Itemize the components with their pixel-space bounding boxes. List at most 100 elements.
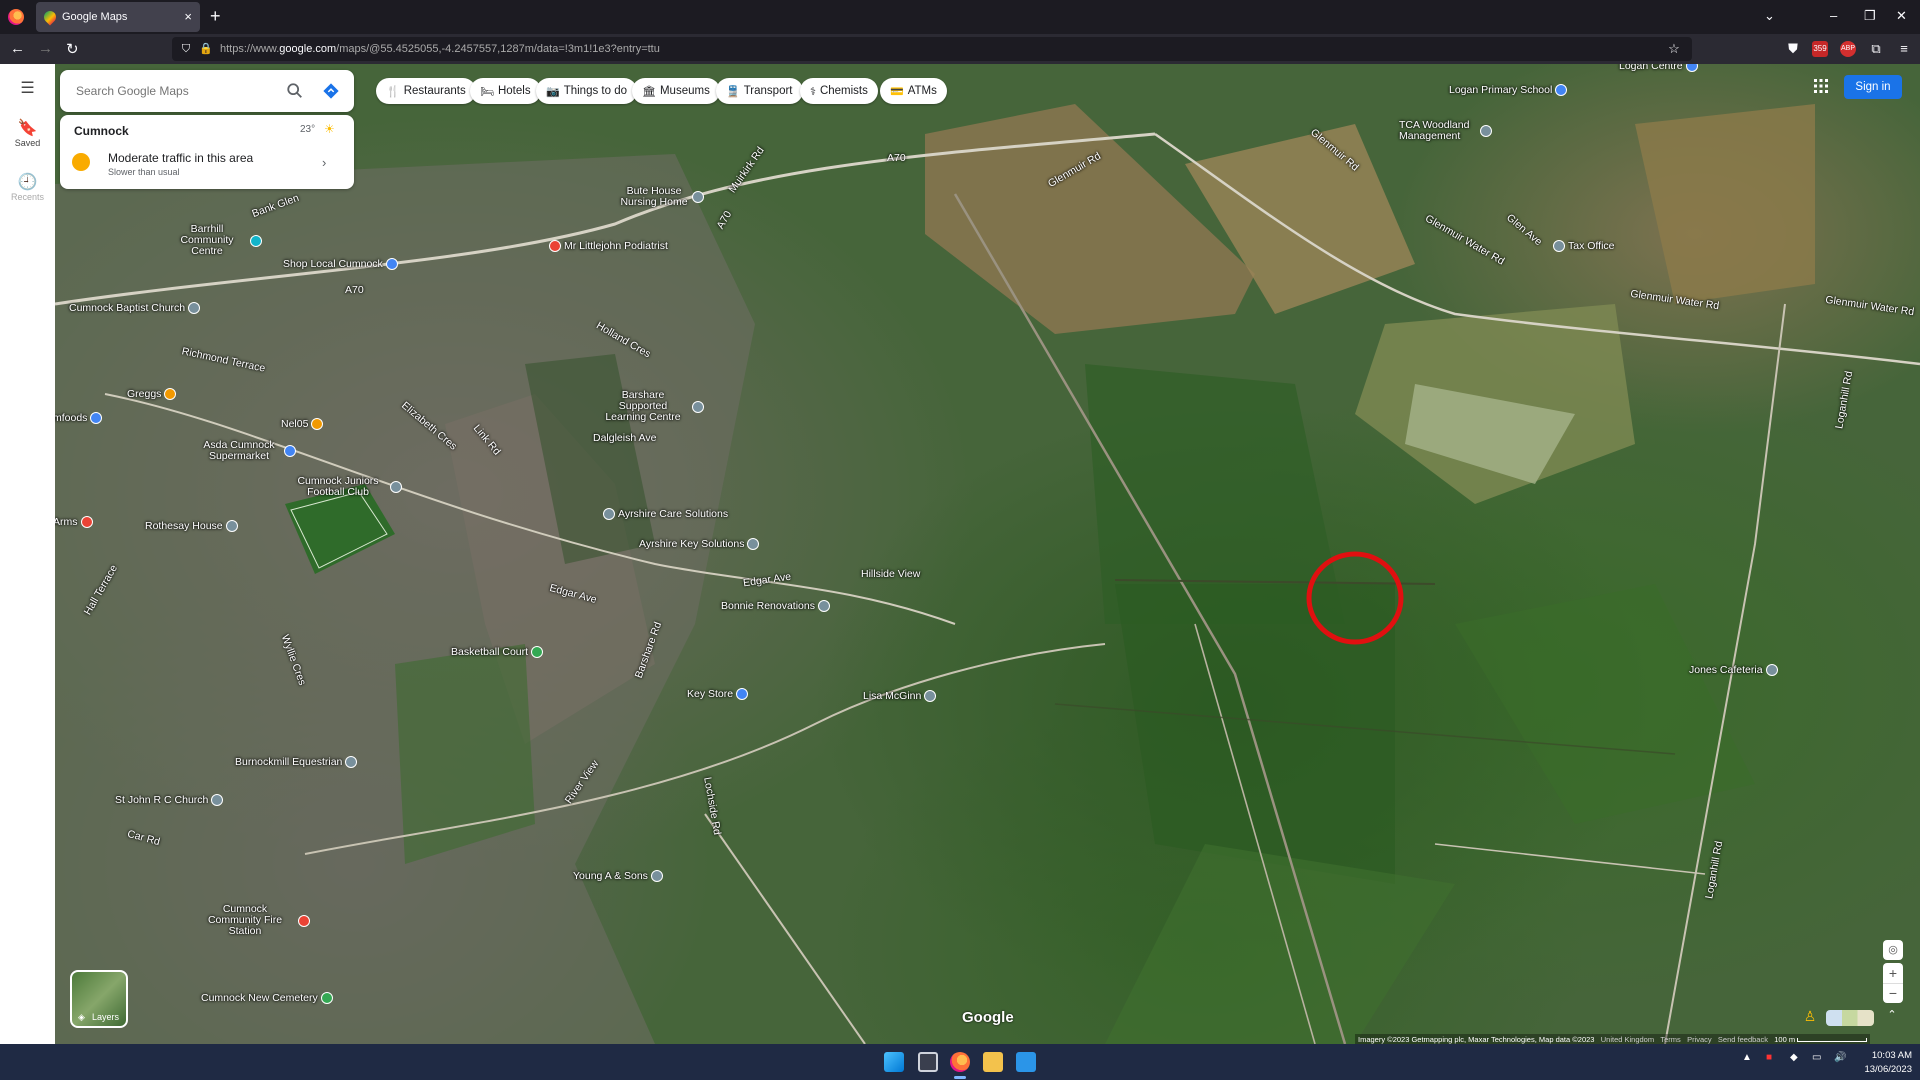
poi-marker[interactable]: Rothesay House: [145, 520, 238, 532]
file-explorer-icon[interactable]: [983, 1052, 1003, 1072]
poi-marker[interactable]: Bute House Nursing Home: [619, 186, 704, 208]
chip-restaurants[interactable]: 🍴 Restaurants: [376, 78, 476, 104]
lane: [1434, 843, 1706, 875]
reload-button[interactable]: ↻: [66, 40, 79, 58]
clock-time[interactable]: 10:03 AM: [1856, 1050, 1912, 1061]
recents-button[interactable]: 🕘 Recents: [0, 172, 55, 202]
clock-date[interactable]: 13/06/2023: [1856, 1064, 1912, 1075]
chip-transport[interactable]: 🚆 Transport: [716, 78, 803, 104]
task-view-icon[interactable]: [918, 1052, 938, 1072]
poi-marker[interactable]: Asda Cumnock Supermarket: [197, 440, 296, 462]
poi-marker[interactable]: Arms: [55, 516, 93, 528]
poi-marker[interactable]: Burnockmill Equestrian: [235, 756, 358, 768]
pin-icon: [225, 520, 238, 532]
poi-marker[interactable]: Logan Primary School: [1449, 84, 1568, 96]
zoom-out-button[interactable]: −: [1883, 983, 1903, 1003]
chevron-right-icon[interactable]: ›: [322, 155, 326, 170]
poi-marker[interactable]: Jones Cafeteria: [1689, 664, 1778, 676]
apps-grid-icon[interactable]: [1813, 78, 1829, 94]
poi-marker[interactable]: Key Store: [687, 688, 749, 700]
zoom-in-button[interactable]: +: [1883, 963, 1903, 983]
layers-button[interactable]: ◈ Layers: [70, 970, 128, 1028]
scale-bar: [1797, 1038, 1868, 1043]
extension-badge-icon[interactable]: 359: [1812, 41, 1828, 57]
network-icon[interactable]: ▭: [1812, 1052, 1821, 1063]
app-menu-icon[interactable]: ≡: [1896, 41, 1912, 57]
lock-icon[interactable]: 🔒: [198, 41, 214, 57]
poi-marker[interactable]: Young A & Sons: [573, 870, 663, 882]
poi-marker[interactable]: mfoods: [55, 412, 103, 424]
shield-icon[interactable]: ⛉: [178, 41, 194, 57]
tray-red-icon[interactable]: ■: [1766, 1052, 1772, 1063]
browser-tab[interactable]: Google Maps ×: [36, 2, 200, 32]
expand-chevron-icon[interactable]: ⌃: [1882, 1008, 1902, 1028]
search-input[interactable]: [74, 80, 274, 102]
pin-icon: [747, 538, 760, 550]
poi-marker[interactable]: St John R C Church: [115, 794, 224, 806]
terms-link[interactable]: Terms: [1660, 1035, 1680, 1044]
church-pin-icon: [188, 302, 201, 314]
hamburger-menu-icon[interactable]: ☰: [0, 78, 55, 98]
chip-hotels[interactable]: 🛏 Hotels: [470, 78, 541, 104]
poi-marker[interactable]: Barrhill Community Centre: [167, 224, 262, 257]
url-text[interactable]: https://www.google.com/maps/@55.4525055,…: [220, 43, 660, 55]
poi-marker[interactable]: Barshare Supported Learning Centre: [597, 390, 704, 423]
poi-marker[interactable]: Greggs: [127, 388, 177, 400]
extensions-puzzle-icon[interactable]: ⧉: [1868, 41, 1884, 57]
poi-marker[interactable]: Mr Littlejohn Podiatrist: [549, 240, 668, 252]
region-link[interactable]: United Kingdom: [1601, 1035, 1654, 1044]
minimize-button[interactable]: –: [1830, 8, 1837, 23]
sign-in-button[interactable]: Sign in: [1844, 75, 1902, 99]
adblock-extension-icon[interactable]: ABP: [1840, 41, 1856, 57]
poi-marker[interactable]: Cumnock Community Fire Station: [195, 904, 310, 937]
hotel-icon: 🛏: [480, 85, 494, 98]
forward-button[interactable]: →: [38, 40, 53, 57]
pocket-icon[interactable]: ⛊: [1785, 41, 1801, 57]
traffic-card[interactable]: Cumnock 23° ☀ Moderate traffic in this a…: [60, 115, 354, 189]
poi-marker[interactable]: Lisa McGinn: [863, 690, 937, 702]
green-field: [1105, 844, 1455, 1044]
poi-marker[interactable]: Cumnock Baptist Church: [69, 302, 201, 314]
volume-icon[interactable]: 🔊: [1834, 1052, 1846, 1063]
restore-button[interactable]: ❐: [1864, 8, 1876, 24]
poi-marker[interactable]: Ayrshire Key Solutions: [639, 538, 760, 550]
poi-marker[interactable]: Cumnock Juniors Football Club: [289, 476, 402, 498]
chip-things-to-do[interactable]: 📷 Things to do: [536, 78, 637, 104]
street-view-pegman-icon[interactable]: ♙: [1800, 1008, 1820, 1030]
poi-marker[interactable]: Cumnock New Cemetery: [201, 992, 333, 1004]
poi-marker[interactable]: Shop Local Cumnock: [283, 258, 398, 270]
privacy-link[interactable]: Privacy: [1687, 1035, 1712, 1044]
tray-shield-icon[interactable]: ◆: [1790, 1052, 1798, 1063]
poi-marker[interactable]: Bonnie Renovations: [721, 600, 830, 612]
back-button[interactable]: ←: [10, 40, 25, 57]
search-icon[interactable]: [286, 82, 304, 100]
poi-marker[interactable]: TCA Woodland Management: [1399, 120, 1492, 142]
pin-icon: [924, 690, 937, 702]
map-type-thumbnails[interactable]: [1826, 1010, 1874, 1026]
close-window-button[interactable]: ✕: [1896, 8, 1907, 24]
feedback-link[interactable]: Send feedback: [1718, 1035, 1768, 1044]
tab-list-chevron-icon[interactable]: ⌄: [1764, 8, 1775, 24]
poi-marker[interactable]: Tax Office: [1553, 240, 1615, 252]
tab-close-button[interactable]: ×: [184, 9, 192, 24]
saved-button[interactable]: 🔖 Saved: [0, 118, 55, 148]
chip-chemists[interactable]: ⚕ Chemists: [800, 78, 878, 104]
bookmark-star-icon[interactable]: ☆: [1666, 41, 1682, 57]
editor-app-icon[interactable]: [1016, 1052, 1036, 1072]
poi-marker[interactable]: Nel05: [281, 418, 324, 430]
firefox-logo-icon: [8, 9, 24, 25]
windows-start-icon[interactable]: [884, 1052, 904, 1072]
new-tab-button[interactable]: +: [210, 6, 221, 27]
poi-marker[interactable]: Basketball Court: [451, 646, 544, 658]
poi-marker[interactable]: Ayrshire Care Solutions: [603, 508, 728, 520]
address-bar[interactable]: ⛉ 🔒 https://www.google.com/maps/@55.4525…: [172, 37, 1692, 61]
satellite-map[interactable]: A70 A70 A70 Muirkirk Rd Glenmuir Rd Glen…: [55, 64, 1920, 1044]
tray-app-icon[interactable]: ▲: [1742, 1052, 1752, 1063]
my-location-button[interactable]: ◎: [1883, 940, 1903, 960]
scale-label[interactable]: 100 m: [1774, 1035, 1795, 1044]
chip-atms[interactable]: 💳 ATMs: [880, 78, 947, 104]
chip-museums[interactable]: 🏛 Museums: [632, 78, 720, 104]
poi-marker[interactable]: Logan Centre: [1619, 64, 1698, 72]
directions-icon[interactable]: [322, 82, 340, 100]
firefox-taskbar-icon[interactable]: [950, 1052, 970, 1072]
